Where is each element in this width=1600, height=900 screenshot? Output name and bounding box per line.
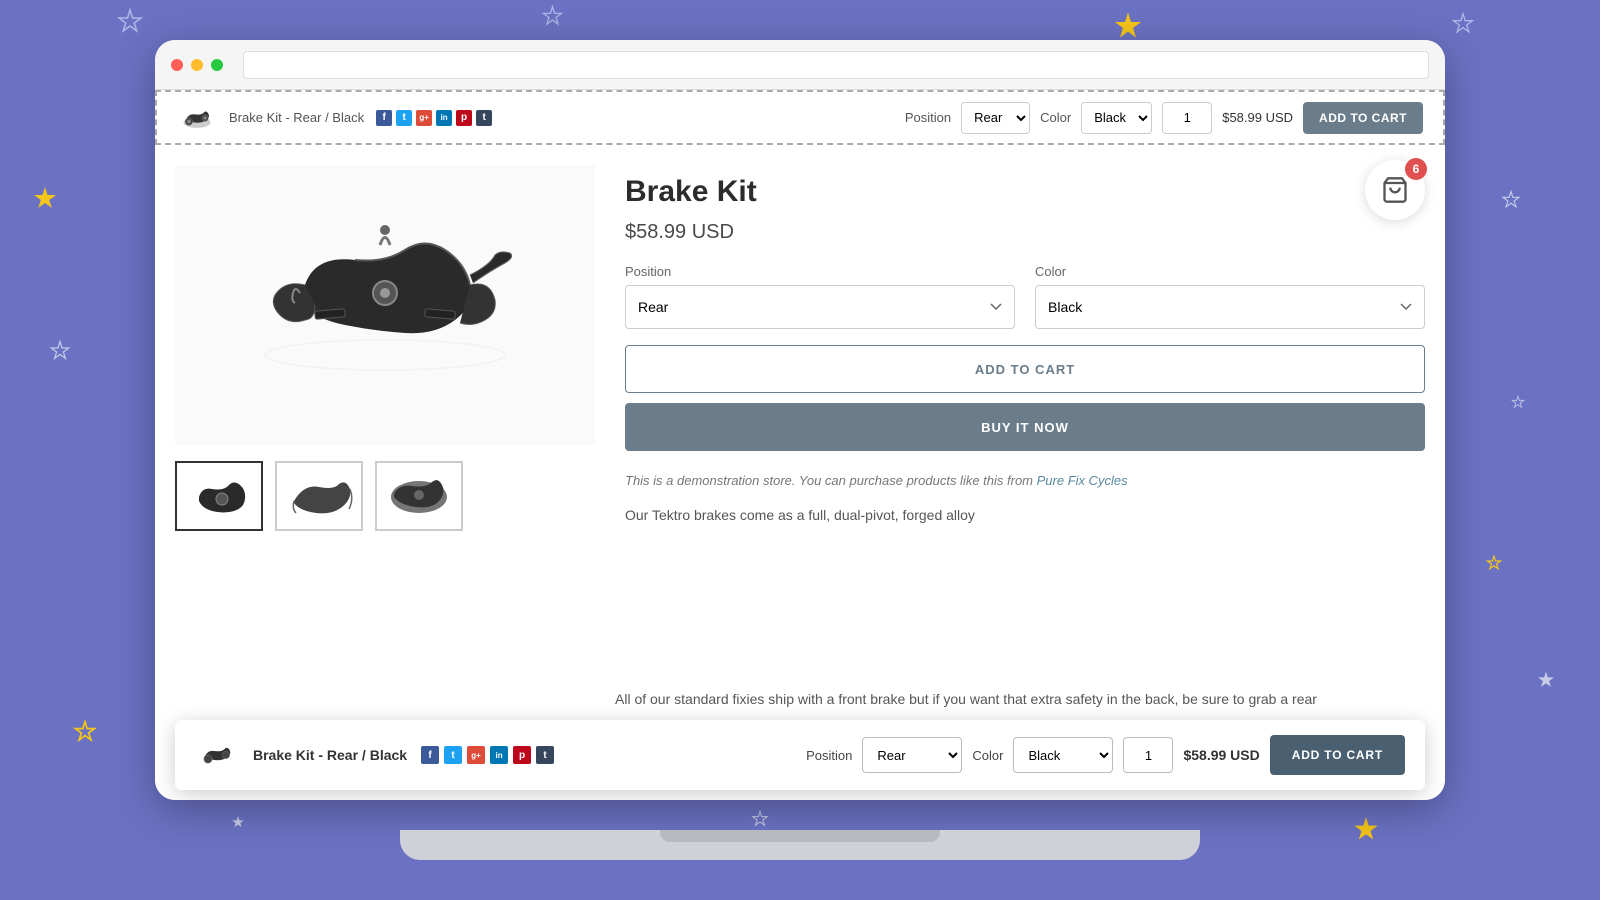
sticky-position-select[interactable]: Rear Front xyxy=(961,102,1030,134)
sticky-product-title: Brake Kit - Rear / Black xyxy=(229,110,364,125)
star-decoration-4 xyxy=(1450,12,1476,38)
thumbnail-row xyxy=(175,461,595,531)
browser-minimize[interactable] xyxy=(191,59,203,71)
add-to-cart-button[interactable]: ADD TO CART xyxy=(625,345,1425,393)
page-content: Brake Kit - Rear / Black f t g+ in p t P… xyxy=(155,90,1445,800)
product-title: Brake Kit xyxy=(625,175,1425,209)
sticky-position-label: Position xyxy=(905,110,951,125)
laptop-screen: Brake Kit - Rear / Black f t g+ in p t P… xyxy=(155,40,1445,800)
star-decoration-7 xyxy=(1500,190,1522,212)
position-select[interactable]: Rear Front xyxy=(625,285,1015,329)
star-decoration-6 xyxy=(48,340,72,364)
demo-store-text: This is a demonstration store. You can p… xyxy=(625,471,1425,492)
option-row: Position Rear Front Color Black Silver xyxy=(625,264,1425,329)
star-decoration-2 xyxy=(540,5,565,30)
sticky-facebook-icon[interactable]: f xyxy=(376,110,392,126)
sticky-product-thumb xyxy=(177,100,217,135)
cart-icon xyxy=(1381,176,1409,204)
buy-it-now-button[interactable]: BUY IT NOW xyxy=(625,403,1425,451)
sticky-qty-input[interactable] xyxy=(1162,102,1212,134)
floating-bottom-bar: Brake Kit - Rear / Black f t g+ in p t P… xyxy=(175,720,1425,790)
sticky-linkedin-icon[interactable]: in xyxy=(436,110,452,126)
sticky-controls: Position Rear Front Color Black Silver $… xyxy=(905,102,1423,134)
sticky-pinterest-icon[interactable]: p xyxy=(456,110,472,126)
laptop-frame: Brake Kit - Rear / Black f t g+ in p t P… xyxy=(155,40,1445,860)
star-decoration-5 xyxy=(30,185,60,215)
floating-facebook-icon[interactable]: f xyxy=(421,746,439,764)
position-option-group: Position Rear Front xyxy=(625,264,1015,329)
sticky-product-image xyxy=(179,103,215,133)
star-decoration-8 xyxy=(1510,395,1526,411)
bottom-description: All of our standard fixies ship with a f… xyxy=(615,688,1415,710)
thumbnail-2[interactable] xyxy=(275,461,363,531)
floating-position-label: Position xyxy=(806,748,852,763)
color-select[interactable]: Black Silver xyxy=(1035,285,1425,329)
floating-product-title: Brake Kit - Rear / Black xyxy=(253,747,407,763)
thumbnail-1[interactable] xyxy=(175,461,263,531)
thumbnail-3[interactable] xyxy=(375,461,463,531)
color-option-group: Color Black Silver xyxy=(1035,264,1425,329)
description-line-2: All of our standard fixies ship with a f… xyxy=(615,688,1415,710)
floating-tumblr-icon[interactable]: t xyxy=(536,746,554,764)
sticky-social-icons: f t g+ in p t xyxy=(376,110,492,126)
color-option-label: Color xyxy=(1035,264,1425,279)
sticky-add-to-cart-button[interactable]: ADD TO CART xyxy=(1303,102,1423,134)
product-description: Our Tektro brakes come as a full, dual-p… xyxy=(625,504,1425,526)
floating-product-image xyxy=(197,738,237,772)
star-decoration-10 xyxy=(72,720,98,746)
floating-position-select[interactable]: Rear Front xyxy=(862,737,962,773)
floating-social-icons: f t g+ in p t xyxy=(421,746,554,764)
sticky-price: $58.99 USD xyxy=(1222,110,1293,125)
floating-qty-input[interactable] xyxy=(1123,737,1173,773)
cart-count-badge: 6 xyxy=(1405,158,1427,180)
floating-linkedin-icon[interactable]: in xyxy=(490,746,508,764)
sticky-top-bar: Brake Kit - Rear / Black f t g+ in p t P… xyxy=(155,90,1445,145)
floating-twitter-icon[interactable]: t xyxy=(444,746,462,764)
star-decoration-14 xyxy=(1535,670,1557,692)
star-decoration-15 xyxy=(1485,555,1503,573)
browser-close[interactable] xyxy=(171,59,183,71)
floating-color-label: Color xyxy=(972,748,1003,763)
floating-price: $58.99 USD xyxy=(1183,747,1259,763)
address-bar[interactable] xyxy=(243,51,1429,79)
brake-kit-main-svg xyxy=(225,185,545,425)
star-decoration-1 xyxy=(115,8,145,38)
position-option-label: Position xyxy=(625,264,1015,279)
sticky-googleplus-icon[interactable]: g+ xyxy=(416,110,432,126)
product-images-column xyxy=(175,165,595,780)
pure-fix-cycles-link[interactable]: Pure Fix Cycles xyxy=(1037,473,1128,488)
floating-product-thumb xyxy=(195,736,239,774)
sticky-color-select[interactable]: Black Silver xyxy=(1081,102,1152,134)
laptop-base xyxy=(400,830,1200,860)
browser-maximize[interactable] xyxy=(211,59,223,71)
cart-bubble[interactable]: 6 xyxy=(1365,160,1425,220)
sticky-color-label: Color xyxy=(1040,110,1071,125)
sticky-tumblr-icon[interactable]: t xyxy=(476,110,492,126)
laptop-base-inner xyxy=(660,830,940,842)
product-price: $58.99 USD xyxy=(625,221,1425,244)
floating-googleplus-icon[interactable]: g+ xyxy=(467,746,485,764)
floating-add-to-cart-button[interactable]: ADD To CaRT xyxy=(1270,735,1405,775)
browser-chrome xyxy=(155,40,1445,90)
floating-color-select[interactable]: Black Silver xyxy=(1013,737,1113,773)
sticky-twitter-icon[interactable]: t xyxy=(396,110,412,126)
main-product-image xyxy=(175,165,595,445)
floating-pinterest-icon[interactable]: p xyxy=(513,746,531,764)
floating-controls: Position Rear Front Color Black Silver $… xyxy=(806,735,1405,775)
